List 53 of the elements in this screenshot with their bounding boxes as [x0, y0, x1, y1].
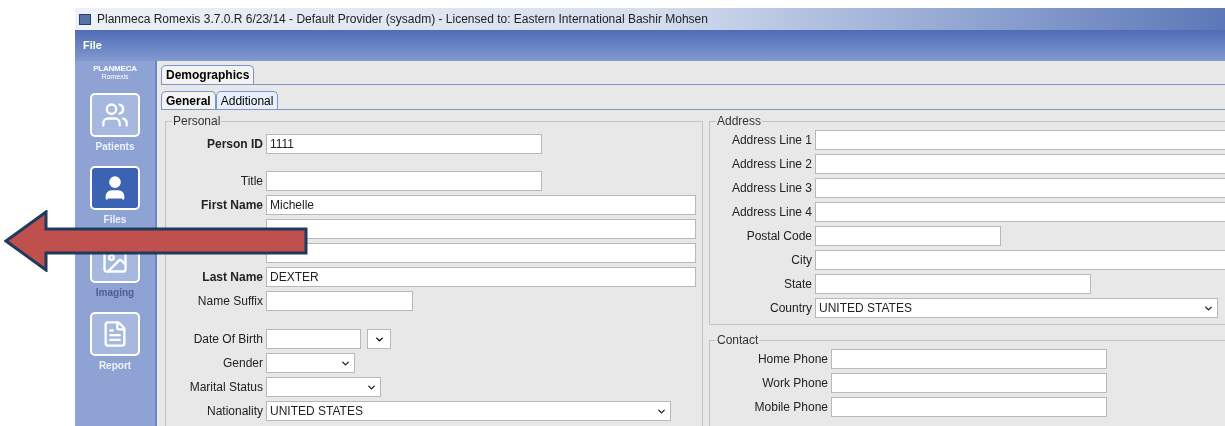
field-label: Last Name [202, 269, 263, 286]
tab[interactable]: Additional [215, 91, 279, 109]
text-field[interactable] [266, 291, 413, 311]
text-field[interactable] [266, 219, 696, 239]
logo-text: PLANMECA [93, 64, 137, 73]
group-title: Address [716, 114, 763, 128]
field-label: Nationality [206, 403, 263, 420]
field-label: Marital Status [189, 379, 263, 396]
text-field[interactable] [815, 178, 1225, 198]
group-title: Contact [716, 333, 760, 347]
text-field[interactable] [266, 243, 696, 263]
field-label: Gender [222, 355, 263, 372]
field-label: Address Line 3 [731, 180, 812, 197]
text-field[interactable]: Michelle [266, 195, 696, 215]
dropdown-field[interactable]: UNITED STATES [815, 298, 1218, 318]
tab[interactable]: Demographics [161, 65, 255, 84]
field-label: City [791, 252, 812, 269]
field-label: Work Phone [762, 375, 828, 392]
field-label: Title [240, 173, 263, 190]
text-field[interactable] [266, 171, 542, 191]
app-icon [79, 13, 91, 25]
text-field[interactable] [815, 154, 1225, 174]
text-field[interactable] [815, 250, 1225, 270]
field-label: Home Phone [757, 351, 828, 368]
field-label: Country [769, 300, 812, 317]
group-title: Personal [172, 114, 222, 128]
field-label: Date Of Birth [193, 331, 263, 348]
text-field[interactable] [815, 202, 1225, 222]
date-field[interactable] [266, 329, 361, 349]
field-label: Mobile Phone [754, 399, 828, 416]
dropdown-field[interactable] [266, 353, 355, 373]
text-field[interactable] [831, 397, 1107, 417]
window-title: Planmeca Romexis 3.7.0.R 6/23/14 - Default Provider (sysadm) - Licensed to: Eastern International Bashir Mohsen [97, 11, 708, 28]
field-label: Person ID [207, 136, 263, 153]
field-label: Address Line 1 [731, 132, 812, 149]
text-field[interactable] [815, 130, 1225, 150]
field-label: Address Line 2 [731, 156, 812, 173]
text-field[interactable]: DEXTER [266, 267, 696, 287]
text-field[interactable] [815, 274, 1091, 294]
text-field[interactable] [831, 349, 1107, 369]
field-label: Address Line 4 [731, 204, 812, 221]
text-field[interactable] [831, 373, 1107, 393]
field-label: Name Suffix [197, 293, 263, 310]
menu-item[interactable]: File [79, 37, 106, 54]
date-picker-button[interactable] [367, 329, 391, 349]
tab[interactable]: General [161, 91, 216, 109]
text-field[interactable]: 1111 [266, 134, 542, 154]
field-label: State [783, 276, 812, 293]
dropdown-field[interactable] [266, 377, 381, 397]
field-label: First Name [200, 197, 263, 214]
text-field[interactable] [815, 226, 1001, 246]
dropdown-field[interactable]: UNITED STATES [266, 401, 671, 421]
field-label: Postal Code [746, 228, 812, 245]
